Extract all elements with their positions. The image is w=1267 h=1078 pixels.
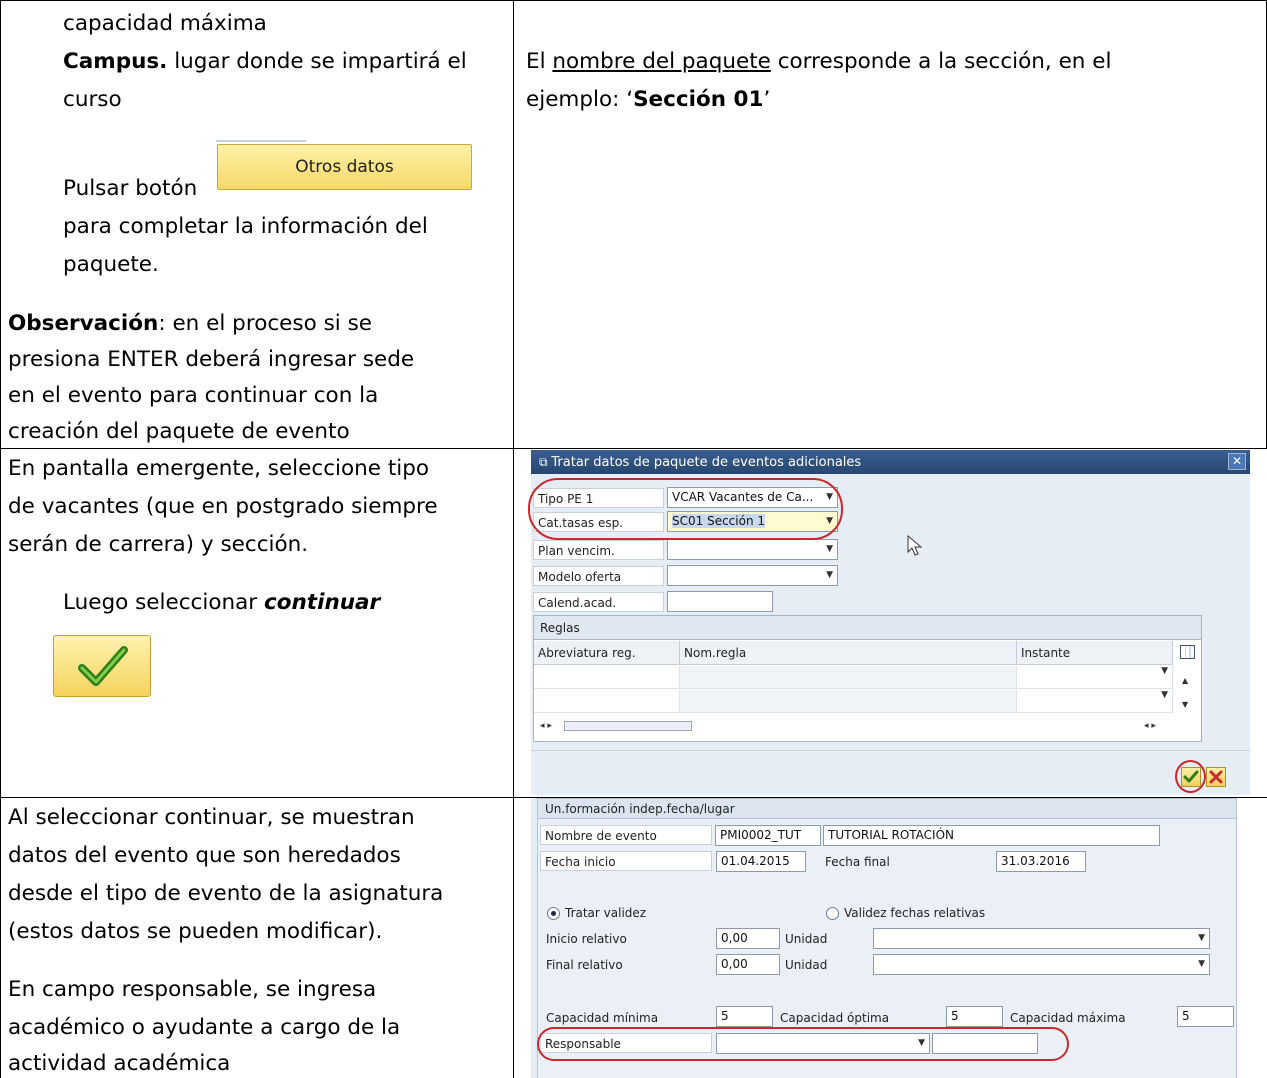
table-cell[interactable] <box>1017 690 1173 713</box>
dialog-footer-curve <box>531 750 1250 795</box>
horizontal-scrollbar[interactable]: ◂ ▸ <box>540 719 1140 733</box>
text-line: Observación: en el proceso si se <box>8 311 373 336</box>
inicio-relativo-label: Inicio relativo <box>546 932 627 946</box>
capacidad-optima-input[interactable]: 5 <box>946 1006 1003 1027</box>
capacidad-minima-input[interactable]: 5 <box>716 1006 773 1027</box>
plan-vencim-label: Plan vencim. <box>533 540 664 560</box>
final-relativo-input[interactable]: 0,00 <box>716 954 780 975</box>
table-settings-icon[interactable] <box>1180 645 1195 659</box>
fecha-inicio-input[interactable]: 01.04.2015 <box>716 851 806 872</box>
text-line: para completar la información del <box>63 214 428 239</box>
table-cell[interactable] <box>534 666 680 689</box>
modelo-oferta-label: Modelo oferta <box>533 566 664 586</box>
emphasis-term: continuar <box>263 590 381 615</box>
table-left-border <box>0 0 1 1078</box>
text-line: académico o ayudante a cargo de la <box>8 1015 401 1040</box>
otros-datos-button-image: Otros datos <box>216 140 472 190</box>
table-cell[interactable] <box>680 666 1017 689</box>
table-cell[interactable] <box>1017 666 1173 689</box>
screen-group-header: Un.formación indep.fecha/lugar <box>538 799 1236 819</box>
text-line: serán de carrera) y sección. <box>8 532 309 557</box>
plan-vencim-select[interactable] <box>667 539 838 560</box>
rules-table: Reglas Abreviatura reg. Nom.regla Instan… <box>533 615 1202 742</box>
column-header[interactable]: Nom.regla <box>680 641 1017 665</box>
nombre-evento-label: Nombre de evento <box>540 825 712 845</box>
scroll-up-icon[interactable]: ▲ <box>1182 676 1188 685</box>
column-header[interactable]: Instante <box>1017 641 1173 665</box>
bold-term: Campus. <box>63 49 168 74</box>
table-cell[interactable] <box>680 690 1017 713</box>
text-line: datos del evento que son heredados <box>8 843 401 868</box>
text-line: El nombre del paquete corresponde a la s… <box>526 49 1112 74</box>
column-divider <box>513 0 514 1078</box>
dialog-title-bar: ⧉ Tratar datos de paquete de eventos adi… <box>531 450 1250 474</box>
dialog-title: Tratar datos de paquete de eventos adici… <box>551 455 862 470</box>
text-line: Al seleccionar continuar, se muestran <box>8 805 415 830</box>
fecha-inicio-label: Fecha inicio <box>540 851 712 871</box>
capacidad-minima-label: Capacidad mínima <box>546 1011 659 1025</box>
nombre-evento-code[interactable]: PMI0002_TUT <box>715 825 821 846</box>
text-line: desde el tipo de evento de la asignatura <box>8 881 444 906</box>
text-line: curso <box>63 87 122 112</box>
continue-check-icon-image <box>53 635 151 697</box>
bold-term: Observación <box>8 311 159 336</box>
rules-table-header: Reglas <box>534 616 1201 640</box>
calend-acad-input[interactable] <box>667 591 773 612</box>
document-page: capacidad máxima Campus. lugar donde se … <box>0 0 1267 1078</box>
unidad-label: Unidad <box>785 932 828 946</box>
unidad-select[interactable] <box>873 928 1210 949</box>
tratar-validez-radio[interactable] <box>547 907 560 920</box>
nombre-evento-text[interactable]: TUTORIAL ROTACIÓN <box>823 825 1160 846</box>
text-line: en el evento para continuar con la <box>8 383 379 408</box>
capacidad-maxima-input[interactable]: 5 <box>1177 1006 1234 1027</box>
highlight-oval <box>528 478 843 540</box>
validez-relativas-label: Validez fechas relativas <box>844 906 986 920</box>
text-line: En campo responsable, se ingresa <box>8 977 377 1002</box>
text-line: capacidad máxima <box>63 11 267 36</box>
inicio-relativo-input[interactable]: 0,00 <box>716 928 780 949</box>
table-cell[interactable] <box>534 690 680 713</box>
modelo-oferta-select[interactable] <box>667 565 838 586</box>
text-line: Pulsar botón <box>63 176 198 201</box>
text-line: ejemplo: ‘Sección 01’ <box>526 87 771 112</box>
horizontal-scrollbar-right[interactable]: ◂ ▸ <box>1144 719 1156 733</box>
text-line: En pantalla emergente, seleccione tipo <box>8 456 430 481</box>
highlight-circle <box>1175 760 1206 793</box>
text-line: de vacantes (que en postgrado siempre <box>8 494 438 519</box>
text-line: (estos datos se pueden modificar). <box>8 919 383 944</box>
text-line: Campus. lugar donde se impartirá el <box>63 49 467 74</box>
text-line: paquete. <box>63 252 159 277</box>
text-line: Luego seleccionar continuar <box>63 590 381 615</box>
calend-acad-label: Calend.acad. <box>533 592 664 612</box>
table-top-border <box>0 0 1267 1</box>
capacidad-optima-label: Capacidad óptima <box>780 1011 890 1025</box>
column-header[interactable]: Abreviatura reg. <box>534 641 680 665</box>
highlight-oval <box>537 1027 1069 1061</box>
unidad-select[interactable] <box>873 954 1210 975</box>
text-line: creación del paquete de evento <box>8 419 350 444</box>
scroll-down-icon[interactable]: ▼ <box>1182 700 1188 709</box>
final-relativo-label: Final relativo <box>546 958 623 972</box>
text-line: actividad académica <box>8 1051 231 1076</box>
window-icon: ⧉ <box>539 455 552 469</box>
tratar-validez-label: Tratar validez <box>565 906 647 920</box>
validez-relativas-radio[interactable] <box>826 907 839 920</box>
fecha-final-input[interactable]: 31.03.2016 <box>996 851 1086 872</box>
text-line: presiona ENTER deberá ingresar sede <box>8 347 415 372</box>
cancel-button[interactable] <box>1206 767 1226 787</box>
capacidad-maxima-label: Capacidad máxima <box>1010 1011 1126 1025</box>
close-icon[interactable]: ✕ <box>1228 453 1246 470</box>
unidad-label: Unidad <box>785 958 828 972</box>
fecha-final-label: Fecha final <box>825 855 890 869</box>
underlined-term: nombre del paquete <box>552 49 771 74</box>
